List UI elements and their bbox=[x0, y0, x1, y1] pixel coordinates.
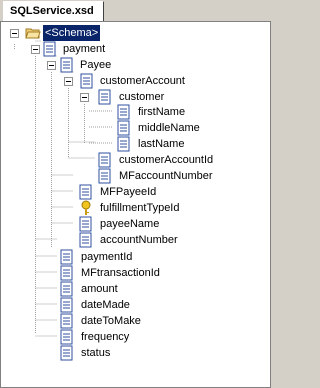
tree-node-datetomake[interactable]: dateToMake bbox=[79, 313, 143, 329]
element-icon bbox=[98, 89, 111, 105]
folder-open-icon bbox=[25, 28, 41, 39]
tree-node-payeename[interactable]: payeeName bbox=[98, 216, 161, 232]
element-icon bbox=[98, 152, 111, 168]
tree-node-mftransactionid[interactable]: MFtransactionId bbox=[79, 265, 162, 281]
collapse-payment-toggle[interactable] bbox=[31, 45, 40, 54]
tree-node-payment[interactable]: payment bbox=[61, 41, 107, 57]
element-icon bbox=[60, 281, 73, 297]
element-icon bbox=[79, 216, 92, 232]
tree-node-datemade[interactable]: dateMade bbox=[79, 297, 132, 313]
collapse-customeraccount-toggle[interactable] bbox=[64, 77, 73, 86]
attribute-key-icon bbox=[81, 200, 91, 215]
element-icon bbox=[43, 41, 56, 57]
element-icon bbox=[60, 345, 73, 361]
element-icon bbox=[60, 329, 73, 345]
tree-node-paymentid[interactable]: paymentId bbox=[79, 249, 134, 265]
schema-tree-panel: <Schema> payment Payee customerAccount c… bbox=[0, 21, 271, 388]
tree-node-amount[interactable]: amount bbox=[79, 281, 120, 297]
element-icon bbox=[79, 232, 92, 248]
element-icon bbox=[98, 168, 111, 184]
element-icon bbox=[79, 184, 92, 200]
tab-sqlservice-xsd[interactable]: SQLService.xsd bbox=[3, 1, 104, 22]
tree-node-customeraccountid[interactable]: customerAccountId bbox=[117, 152, 215, 168]
element-icon bbox=[60, 265, 73, 281]
tree-node-customer[interactable]: customer bbox=[117, 89, 166, 105]
collapse-root-toggle[interactable] bbox=[10, 29, 19, 38]
element-icon bbox=[80, 73, 93, 89]
collapse-customer-toggle[interactable] bbox=[80, 93, 89, 102]
element-icon bbox=[60, 297, 73, 313]
element-icon bbox=[117, 120, 130, 136]
tree-node-payee[interactable]: Payee bbox=[78, 57, 113, 73]
tree-node-accountnumber[interactable]: accountNumber bbox=[98, 232, 180, 248]
tab-strip: SQLService.xsd bbox=[0, 0, 271, 22]
tree-node-middlename[interactable]: middleName bbox=[136, 120, 202, 136]
element-icon bbox=[117, 104, 130, 120]
tree-node-firstname[interactable]: firstName bbox=[136, 104, 187, 120]
tree-node-mfpayeeid[interactable]: MFPayeeId bbox=[98, 184, 158, 200]
element-icon bbox=[60, 313, 73, 329]
tree-node-mfaccountnumber[interactable]: MFaccountNumber bbox=[117, 168, 215, 184]
tree-node-schema[interactable]: <Schema> bbox=[43, 25, 101, 41]
element-icon bbox=[60, 249, 73, 265]
element-icon bbox=[117, 136, 130, 152]
element-icon bbox=[60, 57, 73, 73]
tree-node-frequency[interactable]: frequency bbox=[79, 329, 131, 345]
tree-node-status[interactable]: status bbox=[79, 345, 112, 361]
tree-node-lastname[interactable]: lastName bbox=[136, 136, 186, 152]
collapse-payee-toggle[interactable] bbox=[47, 61, 56, 70]
tree-node-fulfillmenttypeid[interactable]: fulfillmentTypeId bbox=[98, 200, 181, 216]
tree-node-customeraccount[interactable]: customerAccount bbox=[98, 73, 187, 89]
